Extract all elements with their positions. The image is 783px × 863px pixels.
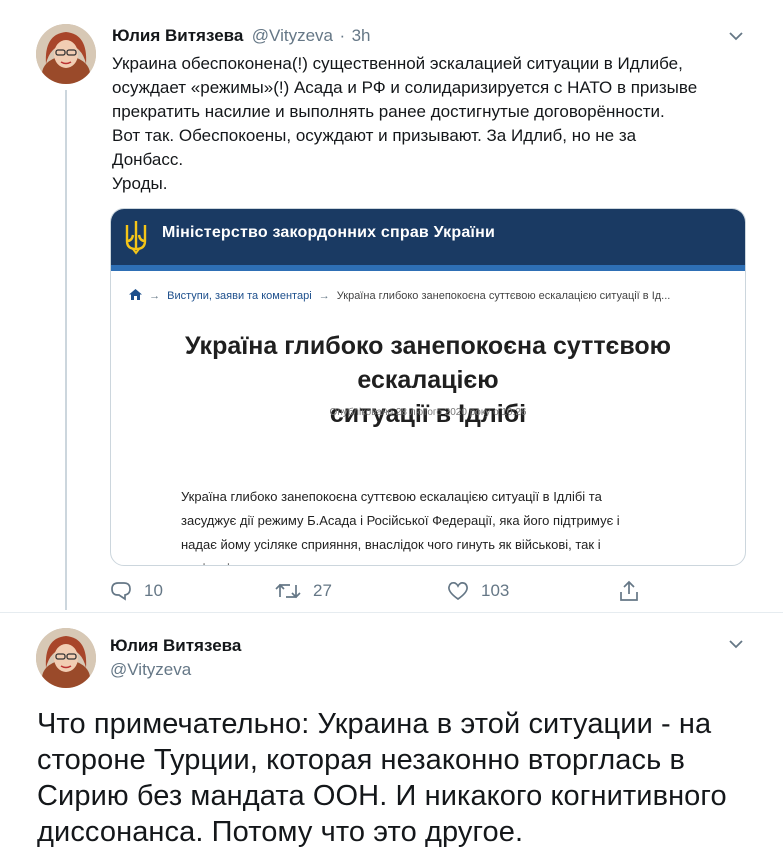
author-handle[interactable]: @Vityzeva: [252, 26, 333, 45]
tweet-divider: [0, 612, 783, 613]
site-title: Міністерство закордонних справ України: [162, 224, 496, 241]
author-name[interactable]: Юлия Витязева: [112, 26, 243, 45]
tweet-text-line: стороне Турции, которая незаконно вторгл…: [37, 744, 685, 776]
link-preview-card[interactable]: Міністерство закордонних справ України →…: [110, 208, 746, 566]
author-name[interactable]: Юлия Витязева: [110, 636, 241, 656]
separator-dot: ·: [339, 26, 346, 45]
card-header: Міністерство закордонних справ України: [111, 209, 745, 265]
tweet-text-line: Сирию без мандата ООН. И никакого когнит…: [37, 780, 727, 812]
body-line: засуджує дії режиму Б.Асада і Російської…: [181, 513, 620, 528]
breadcrumb-current: Україна глибоко занепокоєна суттєвою еск…: [336, 290, 671, 302]
tweet-text: Украина обеспоконена(!) существенной эск…: [112, 52, 762, 196]
reply-count: 10: [144, 581, 163, 600]
more-menu-button[interactable]: [729, 28, 743, 46]
tweet-text-line: прекратить насилие и выполнять ранее дос…: [112, 102, 665, 121]
retweet-count: 27: [313, 581, 332, 600]
home-icon: [129, 289, 142, 300]
share-icon: [620, 580, 638, 601]
card-body-text: Україна глибоко занепокоєна суттєвою еск…: [181, 485, 705, 565]
published-date: Опубліковано 28 лютого 2020 року о 10:26: [329, 407, 527, 418]
trident-icon: [125, 221, 147, 255]
tweet-text-line: Вот так. Обеспокоены, осуждают и призыва…: [112, 126, 637, 145]
reply-icon: [111, 582, 131, 601]
tweet-text-line: диссонанса. Потому что это другое.: [37, 816, 524, 848]
share-button[interactable]: [619, 579, 639, 603]
more-menu-button[interactable]: [729, 636, 743, 654]
like-icon: [448, 581, 468, 601]
avatar[interactable]: [36, 24, 96, 84]
chevron-down-icon: [729, 32, 743, 41]
tweet-text-line: Донбасс.: [112, 150, 184, 169]
timestamp[interactable]: 3h: [352, 26, 371, 45]
thread-line: [65, 90, 67, 610]
tweet-text-line: Что примечательно: Украина в этой ситуац…: [37, 708, 712, 740]
tweet-text-line: Уроды.: [112, 174, 168, 193]
body-line: надає йому усіляке сприяння, внаслідок ч…: [181, 537, 601, 552]
body-line: Україна глибоко занепокоєна суттєвою еск…: [181, 489, 602, 504]
retweet-button[interactable]: 27: [275, 579, 332, 603]
tweet-text-line: Украина обеспоконена(!) существенной эск…: [112, 54, 683, 73]
tweet-text-line: осуждает «режимы»(!) Асада и РФ и солида…: [112, 78, 698, 97]
headline-line: Україна глибоко занепокоєна суттєвою еск…: [184, 332, 672, 394]
author-handle[interactable]: @Vityzeva: [110, 660, 191, 680]
body-line: цивільні.: [181, 557, 705, 565]
breadcrumb-arrow: →: [318, 290, 330, 302]
like-button[interactable]: 103: [447, 579, 509, 603]
breadcrumb-link[interactable]: Виступи, заяви та коментарі: [167, 290, 312, 302]
tweet-header: Юлия Витязева @Vityzeva · 3h: [112, 26, 371, 46]
tweet-text: Что примечательно: Украина в этой ситуац…: [37, 706, 767, 850]
breadcrumb: → Виступи, заяви та коментарі → Україна …: [129, 289, 670, 302]
avatar[interactable]: [36, 628, 96, 688]
header-strip: [111, 265, 745, 271]
retweet-icon: [275, 583, 301, 599]
reply-button[interactable]: 10: [110, 579, 163, 603]
breadcrumb-arrow: →: [149, 290, 161, 302]
like-count: 103: [481, 581, 510, 600]
chevron-down-icon: [729, 640, 743, 649]
